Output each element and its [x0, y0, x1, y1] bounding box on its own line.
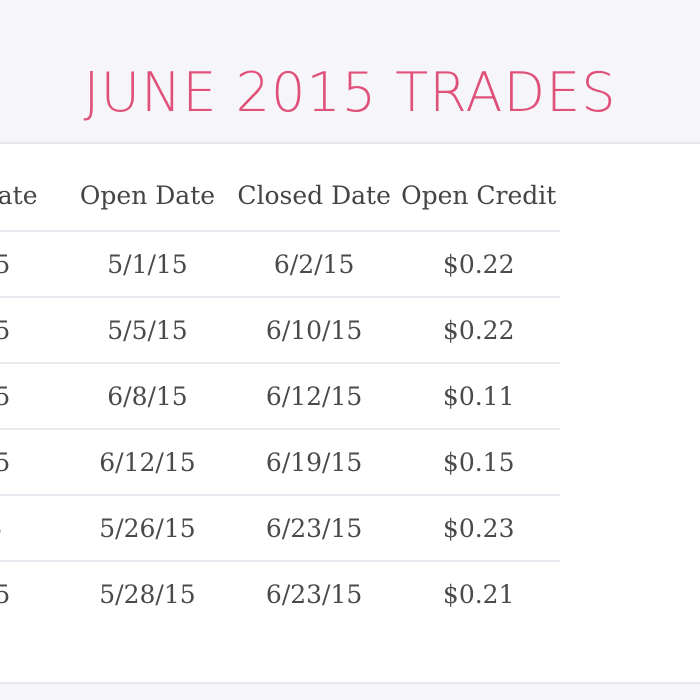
header-open-date: Open Date [64, 160, 231, 232]
cell-expire-date: 6/19/15 [0, 297, 65, 364]
cell-open-date: 5/1/15 [64, 231, 231, 298]
cell-open-credit: $0.21 [442, 579, 515, 609]
cell-open-date: 5/28/15 [99, 579, 196, 609]
cell-expire-date: 6/30/15 [0, 579, 11, 609]
trades-table: Expire Date Open Date Closed Date Open C… [0, 160, 560, 626]
table-row: 6/19/15 5/5/15 6/10/15 $0.22 [0, 297, 560, 364]
cell-closed-date: 6/23/15 [265, 579, 363, 609]
table-row: 6/12/15 6/8/15 6/12/15 $0.11 [0, 363, 560, 430]
cell-expire-date: 6/12/15 [0, 363, 65, 430]
cell-closed-date: 6/2/15 [230, 231, 398, 298]
cell-expire-date: 6/12/15 [0, 231, 65, 298]
cell-expire-date: 7/2/15 [0, 495, 65, 562]
table-row: 6/12/15 5/1/15 6/2/15 $0.22 [0, 231, 560, 298]
cell-open-credit: $0.11 [397, 363, 560, 430]
header-expire-date: Expire Date [0, 160, 65, 232]
cell-open-date: 6/12/15 [64, 429, 231, 496]
cell-closed-date: 6/12/15 [230, 363, 398, 430]
table-row: 6/19/15 6/12/15 6/19/15 $0.15 [0, 429, 560, 496]
cell-open-credit: $0.23 [397, 495, 560, 562]
cell-closed-date: 6/23/15 [230, 495, 398, 562]
cell-closed-date: 6/10/15 [230, 297, 398, 364]
header-open-credit: Open Credit [397, 160, 560, 232]
cell-expire-date: 6/19/15 [0, 429, 65, 496]
table-row: 6/30/15 5/28/15 6/23/15 $0.21 [0, 561, 560, 626]
cell-open-credit: $0.22 [397, 297, 560, 364]
cell-open-credit: $0.15 [397, 429, 560, 496]
cell-closed-date: 6/19/15 [230, 429, 398, 496]
cell-open-date: 6/8/15 [64, 363, 231, 430]
cell-open-credit: $0.22 [397, 231, 560, 298]
table-header-row: Expire Date Open Date Closed Date Open C… [0, 160, 560, 232]
page-title: JUNE 2015 TRADES [83, 61, 617, 125]
cell-open-date: 5/5/15 [64, 297, 231, 364]
page: JUNE 2015 TRADES Expire Date Open Date C… [0, 0, 700, 700]
table-row: 7/2/15 5/26/15 6/23/15 $0.23 [0, 495, 560, 562]
cell-open-date: 5/26/15 [64, 495, 231, 562]
header-closed-date: Closed Date [230, 160, 398, 232]
